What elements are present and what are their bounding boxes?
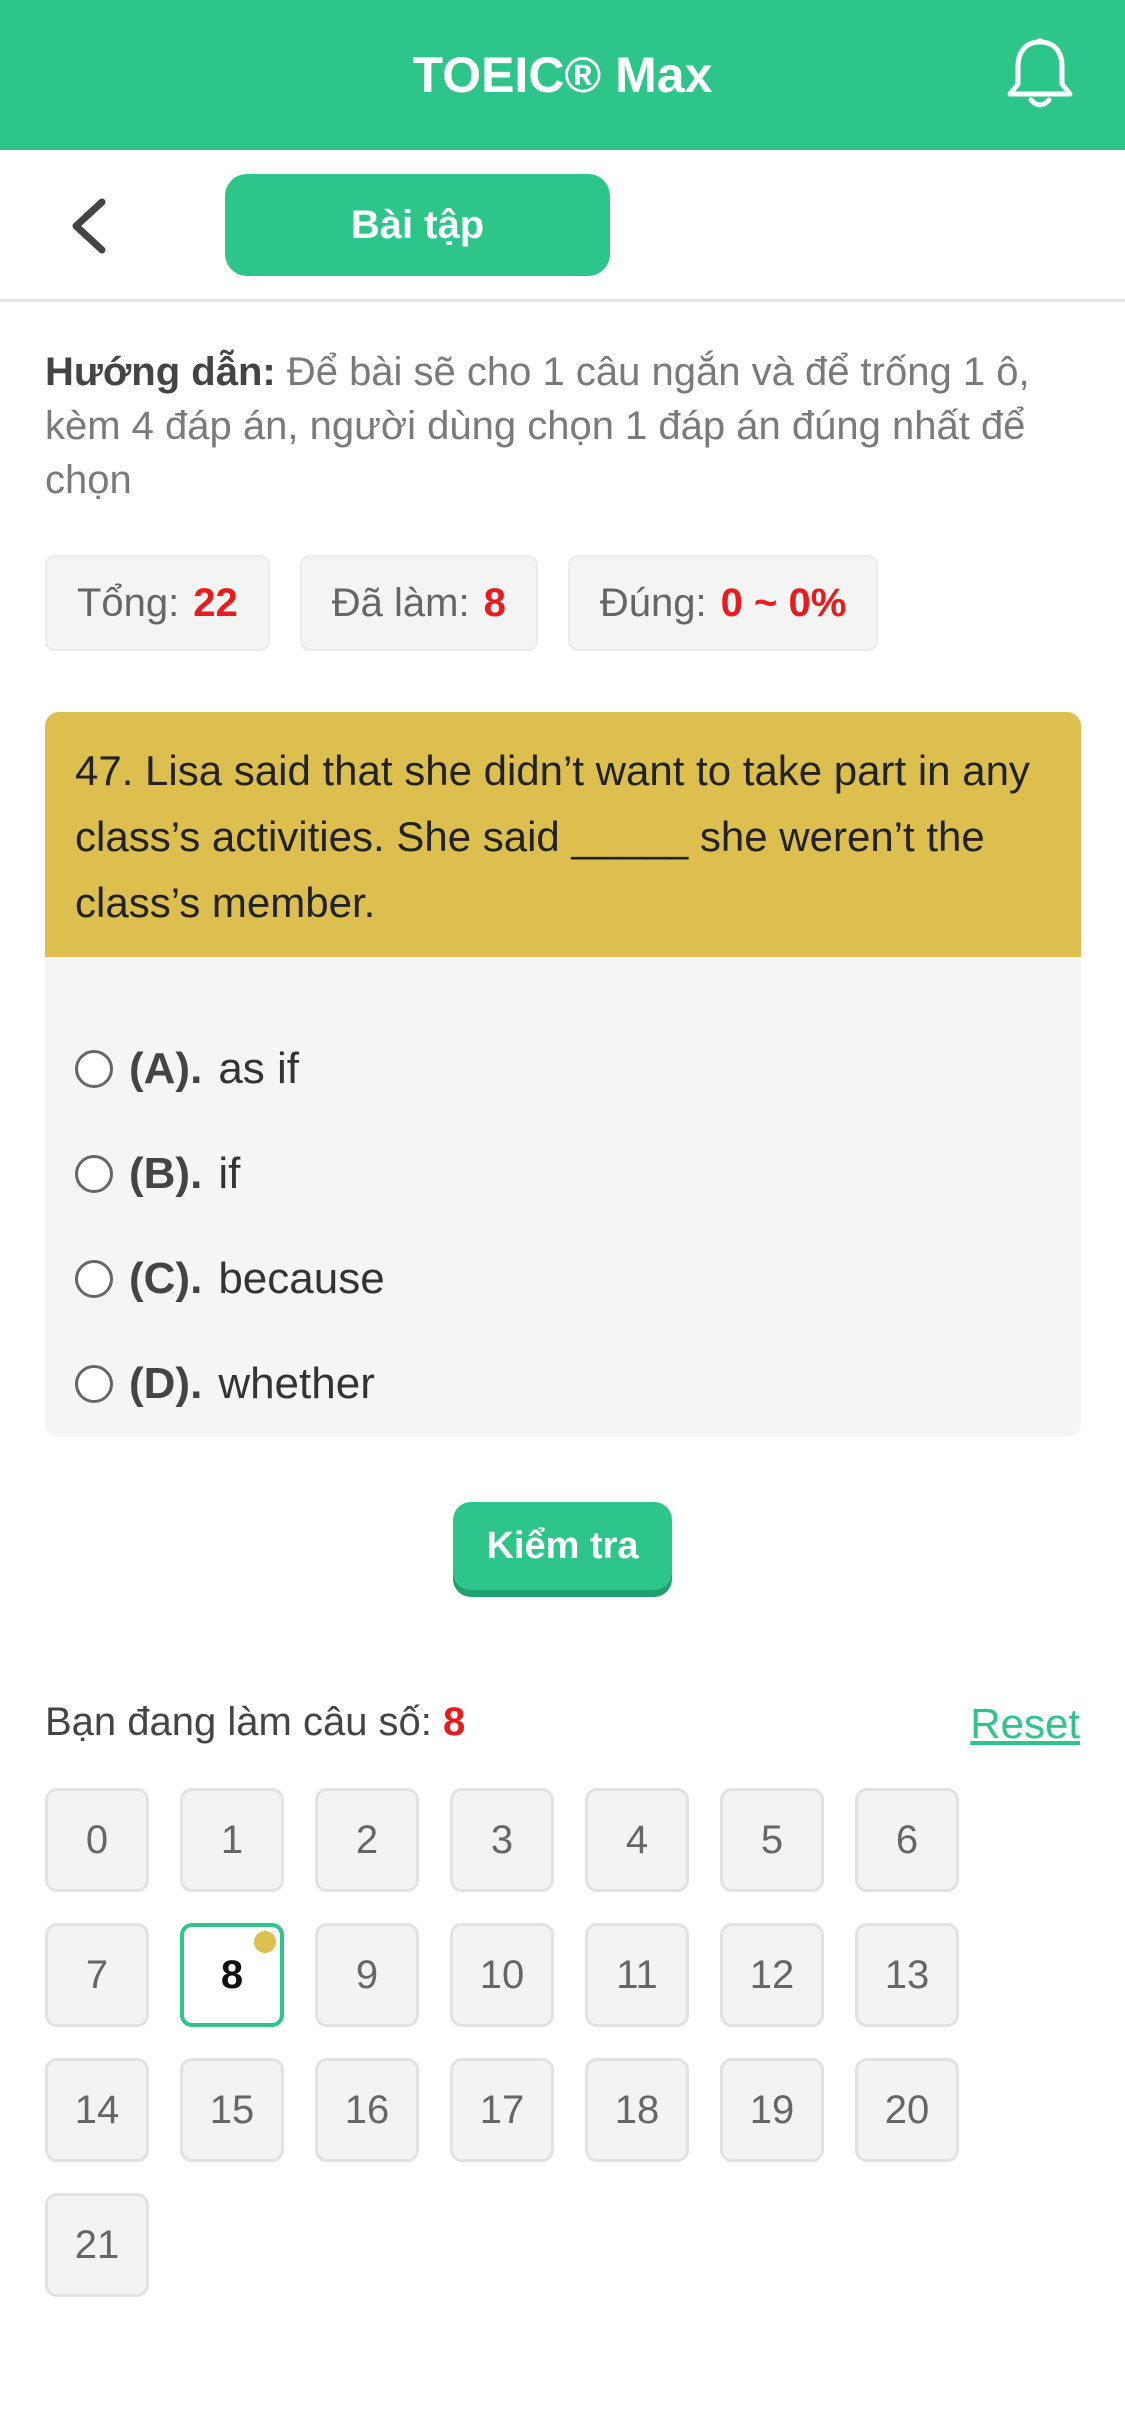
current-indicator-dot [254, 1931, 276, 1953]
question-number-label: 5 [760, 1817, 784, 1862]
question-number-button[interactable]: 16 [315, 2058, 419, 2162]
question-number-button[interactable]: 7 [45, 1923, 149, 2027]
question-number-button[interactable]: 2 [315, 1788, 419, 1892]
question-number-label: 19 [749, 2087, 795, 2132]
question-number-label: 20 [884, 2087, 930, 2132]
stat-value: 22 [193, 580, 238, 625]
radio-icon[interactable] [75, 1365, 113, 1403]
instructions-label: Hướng dẫn: [45, 350, 276, 394]
option-letter: (C). [129, 1254, 203, 1303]
app-bar: TOEIC® Max [0, 0, 1125, 150]
check-button[interactable]: Kiểm tra [453, 1502, 672, 1590]
question-number-label: 15 [209, 2087, 255, 2132]
question-number-label: 4 [625, 1817, 649, 1862]
option-d[interactable]: (D). whether [75, 1354, 375, 1414]
option-letter: (B). [129, 1149, 203, 1198]
bell-icon[interactable] [1005, 36, 1075, 112]
question-number-button[interactable]: 18 [585, 2058, 689, 2162]
question-number-label: 7 [85, 1952, 109, 1997]
question-number-label: 21 [74, 2222, 120, 2267]
progress-text: Bạn đang làm câu số: [45, 1700, 432, 1744]
stats-row: Tổng: 22 Đã làm: 8 Đúng: 0 ~ 0% [45, 555, 908, 651]
option-letter: (D). [129, 1359, 203, 1408]
stat-done: Đã làm: 8 [299, 555, 538, 651]
question-number-label: 8 [220, 1952, 244, 1997]
question-number-label: 9 [355, 1952, 379, 1997]
question-number-label: 0 [85, 1817, 109, 1862]
question-number-button[interactable]: 10 [450, 1923, 554, 2027]
sub-header: Bài tập [0, 150, 1125, 302]
question-number-label: 16 [344, 2087, 390, 2132]
reset-link[interactable]: Reset [970, 1700, 1080, 1748]
question-number-label: 18 [614, 2087, 660, 2132]
question-text: 47. Lisa said that she didn’t want to ta… [45, 712, 1081, 957]
tab-exercise[interactable]: Bài tập [225, 174, 610, 276]
question-number-label: 13 [884, 1952, 930, 1997]
option-c[interactable]: (C). because [75, 1249, 385, 1309]
question-number-label: 11 [616, 1952, 658, 1997]
question-number-button[interactable]: 6 [855, 1788, 959, 1892]
question-number-button[interactable]: 17 [450, 2058, 554, 2162]
stat-label: Đúng: [599, 580, 707, 625]
question-number-label: 6 [895, 1817, 919, 1862]
instructions: Hướng dẫn: Để bài sẽ cho 1 câu ngắn và đ… [45, 345, 1085, 507]
option-text: because [218, 1254, 385, 1303]
option-a[interactable]: (A). as if [75, 1039, 299, 1099]
question-number-button[interactable]: 4 [585, 1788, 689, 1892]
question-number-label: 1 [220, 1817, 244, 1862]
question-number-label: 12 [749, 1952, 795, 1997]
question-number-button[interactable]: 0 [45, 1788, 149, 1892]
question-number-button[interactable]: 11 [585, 1923, 689, 2027]
question-number-button[interactable]: 8 [180, 1923, 284, 2027]
progress-label: Bạn đang làm câu số: 8 [45, 1700, 465, 1745]
stat-value: 0 ~ 0% [720, 580, 847, 625]
stat-correct: Đúng: 0 ~ 0% [567, 555, 879, 651]
option-letter: (A). [129, 1044, 203, 1093]
question-number-label: 17 [479, 2087, 525, 2132]
question-number-button[interactable]: 21 [45, 2193, 149, 2297]
question-number-button[interactable]: 5 [720, 1788, 824, 1892]
question-number-button[interactable]: 20 [855, 2058, 959, 2162]
stat-total: Tổng: 22 [45, 555, 270, 651]
question-number-button[interactable]: 1 [180, 1788, 284, 1892]
chevron-left-icon[interactable] [60, 194, 120, 258]
stat-label: Đã làm: [331, 580, 470, 625]
question-number-label: 2 [355, 1817, 379, 1862]
question-number-button[interactable]: 12 [720, 1923, 824, 2027]
option-text: as if [218, 1044, 300, 1093]
question-number-label: 10 [479, 1952, 525, 1997]
question-number-button[interactable]: 15 [180, 2058, 284, 2162]
stat-label: Tổng: [77, 580, 180, 625]
option-text: whether [218, 1359, 375, 1408]
options-list: (A). as if (B). if (C). because (D). whe… [45, 957, 1081, 1437]
option-text: if [218, 1149, 241, 1198]
question-number-button[interactable]: 14 [45, 2058, 149, 2162]
radio-icon[interactable] [75, 1155, 113, 1193]
option-b[interactable]: (B). if [75, 1144, 240, 1204]
current-question-number: 8 [443, 1700, 466, 1744]
question-number-button[interactable]: 19 [720, 2058, 824, 2162]
radio-icon[interactable] [75, 1260, 113, 1298]
question-number-button[interactable]: 9 [315, 1923, 419, 2027]
radio-icon[interactable] [75, 1050, 113, 1088]
stat-value: 8 [483, 580, 506, 625]
question-number-label: 14 [74, 2087, 120, 2132]
question-number-button[interactable]: 13 [855, 1923, 959, 2027]
app-title: TOEIC® Max [412, 47, 713, 103]
question-number-label: 3 [490, 1817, 514, 1862]
question-number-button[interactable]: 3 [450, 1788, 554, 1892]
